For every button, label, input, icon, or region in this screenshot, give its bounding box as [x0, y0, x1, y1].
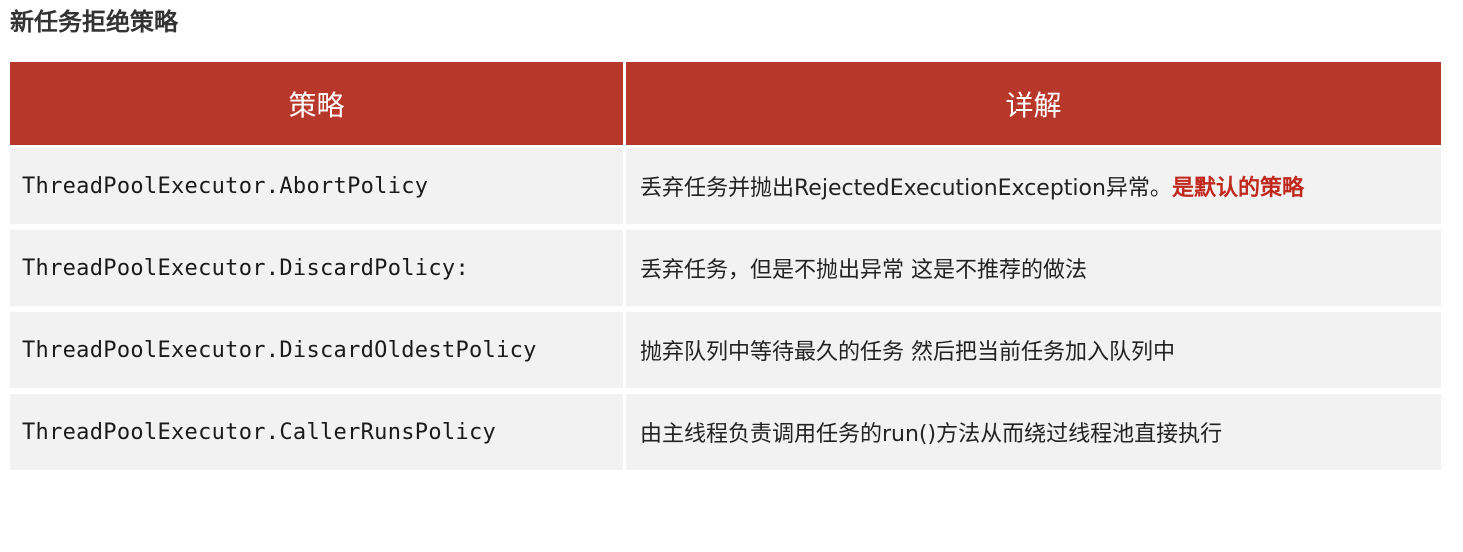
policy-name: ThreadPoolExecutor.AbortPolicy	[10, 148, 623, 224]
policy-name: ThreadPoolExecutor.CallerRunsPolicy	[10, 394, 623, 470]
default-policy-highlight: 是默认的策略	[1171, 176, 1304, 201]
policy-detail: 丢弃任务，但是不抛出异常 这是不推荐的做法	[626, 230, 1441, 306]
policy-detail: 抛弃队列中等待最久的任务 然后把当前任务加入队列中	[626, 312, 1441, 388]
policy-table: 策略 详解 ThreadPoolExecutor.AbortPolicy 丢弃任…	[10, 62, 1441, 476]
policy-name: ThreadPoolExecutor.DiscardOldestPolicy	[10, 312, 623, 388]
policy-name: ThreadPoolExecutor.DiscardPolicy:	[10, 230, 623, 306]
table-row: ThreadPoolExecutor.DiscardPolicy: 丢弃任务，但…	[10, 230, 1441, 306]
policy-detail: 丢弃任务并抛出RejectedExecutionException异常。 是默认的…	[626, 148, 1441, 224]
policy-detail-text: 丢弃任务并抛出RejectedExecutionException异常。	[640, 176, 1172, 201]
page-title: 新任务拒绝策略	[10, 8, 178, 36]
table-row: ThreadPoolExecutor.AbortPolicy 丢弃任务并抛出Re…	[10, 148, 1441, 224]
table-header-row: 策略 详解	[10, 62, 1441, 145]
header-policy: 策略	[10, 62, 623, 145]
header-detail: 详解	[626, 62, 1441, 145]
policy-detail: 由主线程负责调用任务的run()方法从而绕过线程池直接执行	[626, 394, 1441, 470]
table-row: ThreadPoolExecutor.DiscardOldestPolicy 抛…	[10, 312, 1441, 388]
table-row: ThreadPoolExecutor.CallerRunsPolicy 由主线程…	[10, 394, 1441, 470]
